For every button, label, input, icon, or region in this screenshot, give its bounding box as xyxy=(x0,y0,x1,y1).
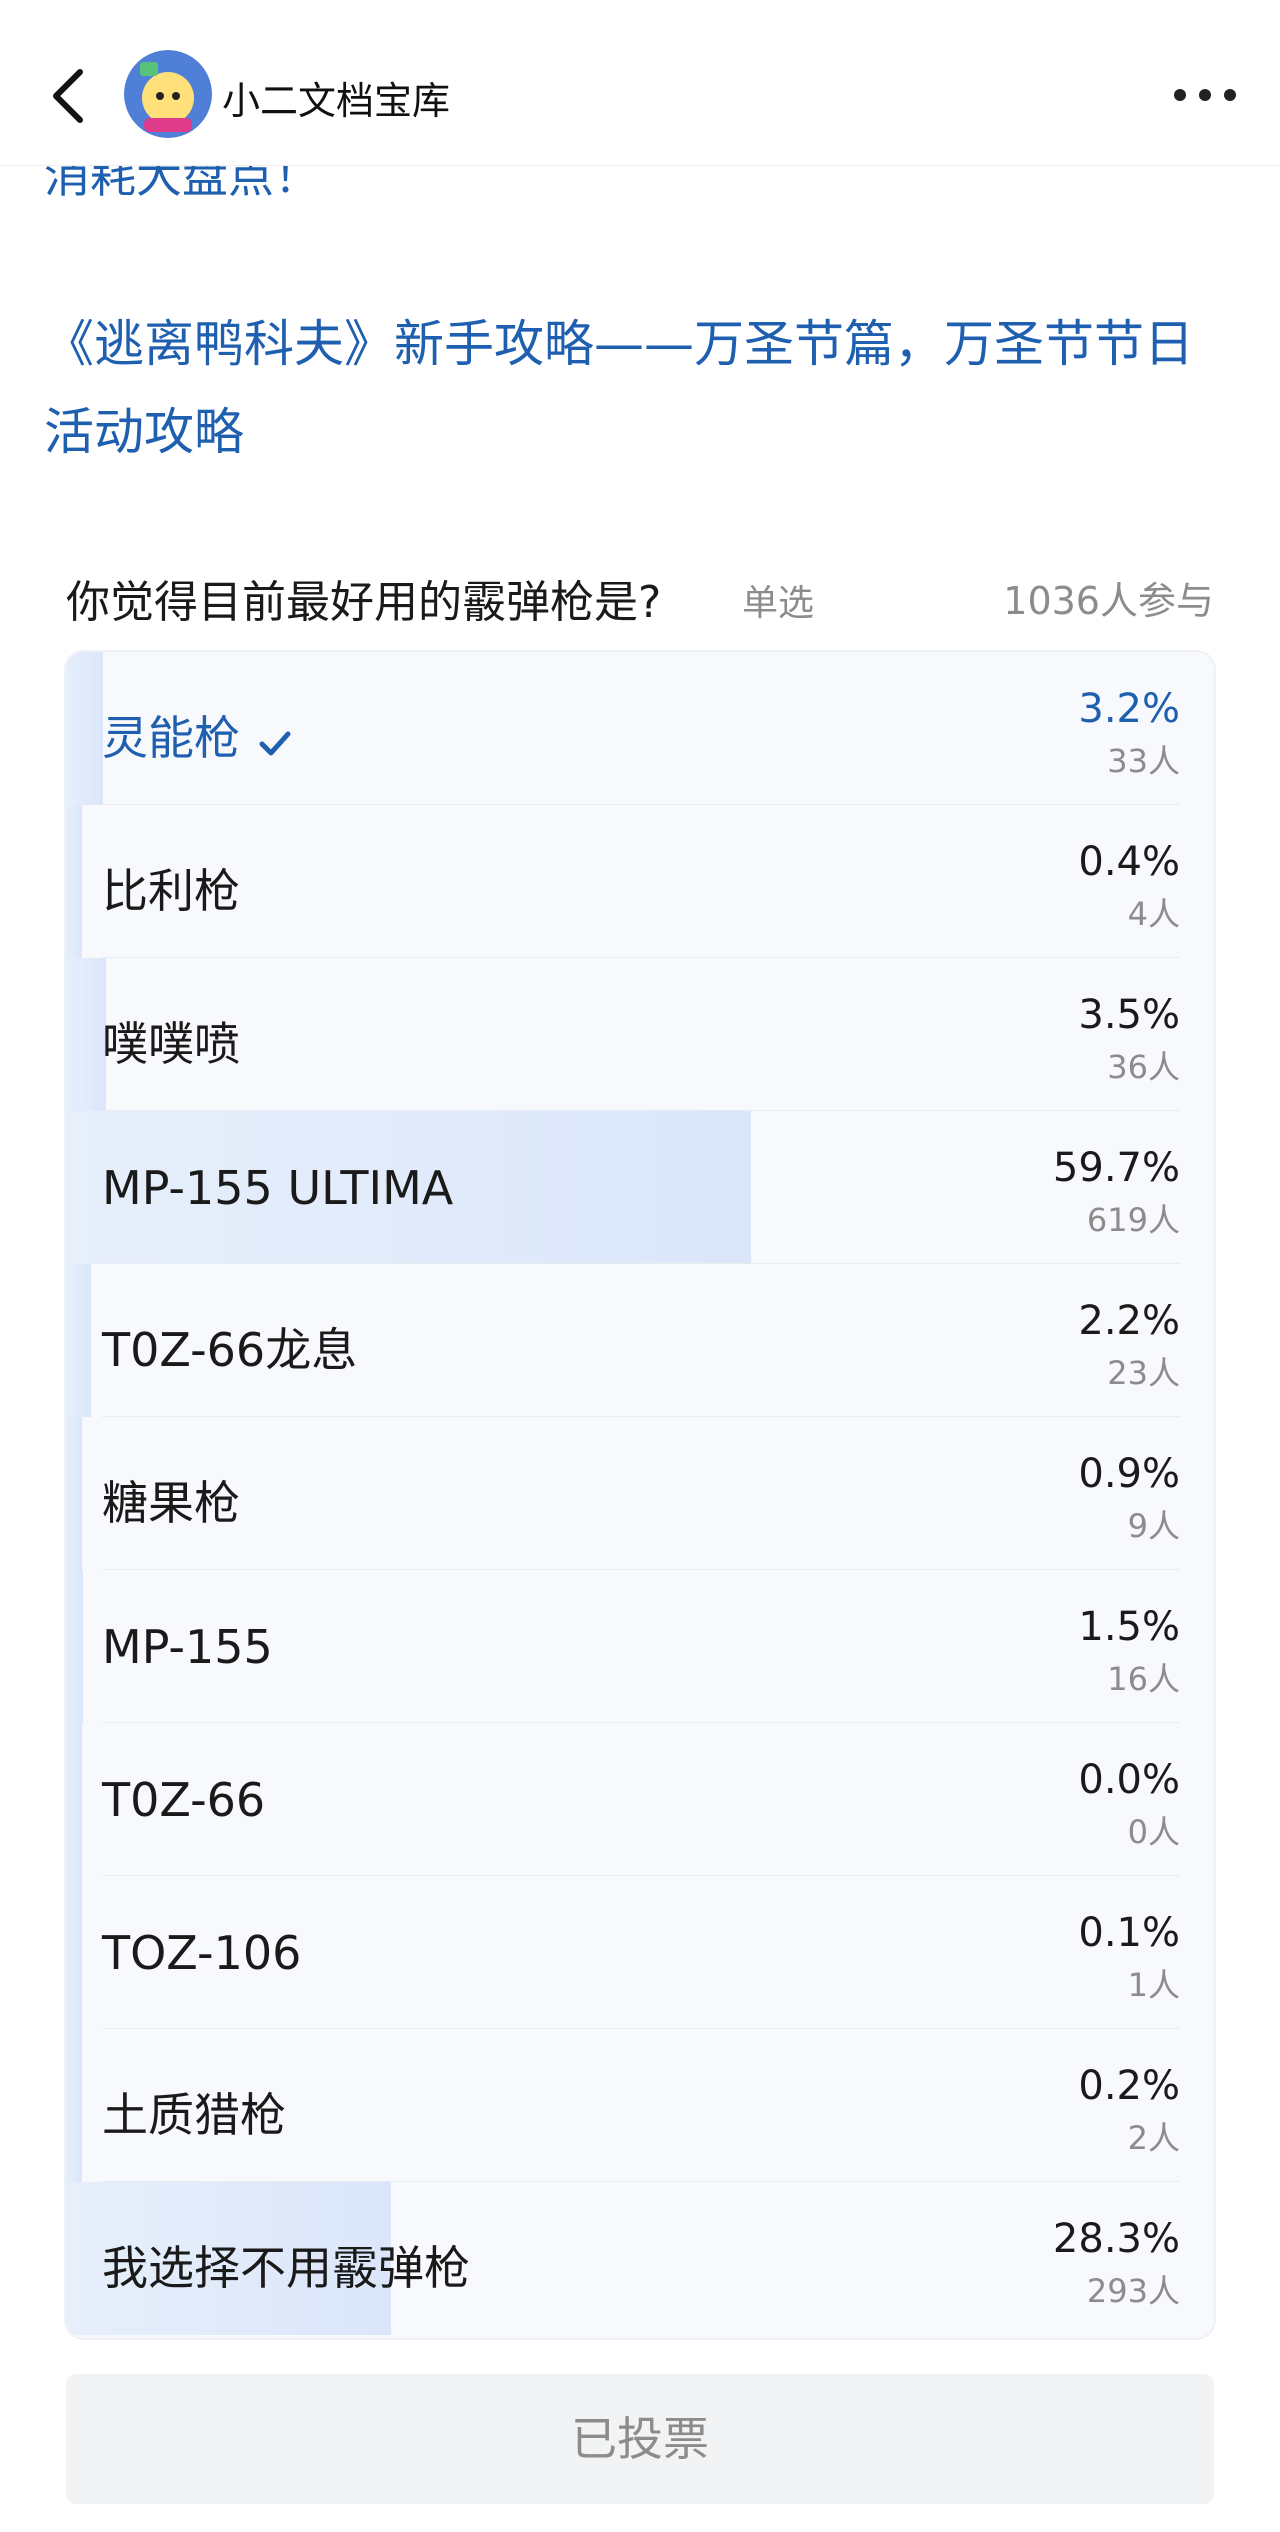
poll-option-label: 噗噗喷 xyxy=(102,1008,240,1074)
poll-option-bar xyxy=(66,958,106,1111)
more-button[interactable] xyxy=(1170,78,1240,112)
poll-option-count: 293人 xyxy=(1086,2272,1180,2310)
poll-option-percent: 2.2% xyxy=(1078,1298,1180,1344)
poll-option-percent: 0.0% xyxy=(1078,1757,1180,1803)
poll-option-percent: 0.4% xyxy=(1078,839,1180,885)
poll-option-percent: 3.5% xyxy=(1078,992,1180,1038)
poll-option-count: 36人 xyxy=(1107,1048,1180,1086)
poll-option-bar xyxy=(66,1876,82,2029)
poll-option-percent: 0.2% xyxy=(1078,2063,1180,2109)
poll-option-bar xyxy=(66,1417,82,1570)
poll-option-bar xyxy=(66,2029,82,2182)
poll-option-label: T0Z-66龙息 xyxy=(102,1314,357,1380)
poll-option-count: 23人 xyxy=(1107,1354,1180,1392)
avatar[interactable] xyxy=(124,50,212,138)
account-name[interactable]: 小二文档宝库 xyxy=(222,70,450,125)
poll-option-count: 9人 xyxy=(1127,1507,1180,1545)
poll-participants: 1036人参与 xyxy=(1003,579,1214,623)
poll-option[interactable]: TOZ-106 0.1% 1人 xyxy=(66,1876,1214,2029)
poll-option[interactable]: 土质猎枪 0.2% 2人 xyxy=(66,2029,1214,2182)
article-link[interactable]: 《逃离鸭科夫》新手攻略——万圣节篇，万圣节节日活动攻略 xyxy=(44,300,1240,476)
poll-option-bar xyxy=(66,805,82,958)
top-bar: 小二文档宝库 xyxy=(0,0,1280,166)
poll-type: 单选 xyxy=(742,583,815,624)
poll-option-text: 噗噗喷 xyxy=(102,1017,240,1071)
poll-option-bar xyxy=(66,652,103,805)
poll-option[interactable]: 比利枪 0.4% 4人 xyxy=(66,805,1214,958)
poll-option-count: 0人 xyxy=(1127,1813,1180,1851)
poll-option-text: TOZ-106 xyxy=(102,1926,302,1980)
voted-button[interactable]: 已投票 xyxy=(66,2374,1214,2504)
poll-option-text: T0Z-66 xyxy=(102,1773,266,1827)
poll-option-label: 比利枪 xyxy=(102,855,240,921)
back-button[interactable] xyxy=(46,66,90,126)
poll-option-count: 1人 xyxy=(1127,1966,1180,2004)
poll-option-label: MP-155 xyxy=(102,1620,273,1674)
poll-option-percent: 0.1% xyxy=(1078,1910,1180,1956)
poll-header: 你觉得目前最好用的霰弹枪是? 单选 1036人参与 xyxy=(66,556,1214,628)
poll-option[interactable]: T0Z-66 0.0% 0人 xyxy=(66,1723,1214,1876)
poll-option[interactable]: 我选择不用霰弹枪 28.3% 293人 xyxy=(66,2182,1214,2335)
poll-option-text: MP-155 xyxy=(102,1620,273,1674)
poll-option-count: 4人 xyxy=(1127,895,1180,933)
poll-option-count: 16人 xyxy=(1107,1660,1180,1698)
poll-option-text: T0Z-66龙息 xyxy=(102,1323,358,1377)
poll-option-label: T0Z-66 xyxy=(102,1773,265,1827)
poll-option-text: 糖果枪 xyxy=(102,1476,240,1530)
poll-option-label: MP-155 ULTIMA xyxy=(102,1161,453,1215)
poll-option-bar xyxy=(66,1570,83,1723)
poll-option-label: 土质猎枪 xyxy=(102,2079,286,2145)
poll-option-percent: 1.5% xyxy=(1078,1604,1180,1650)
poll-option[interactable]: MP-155 1.5% 16人 xyxy=(66,1570,1214,1723)
poll-option-count: 619人 xyxy=(1086,1201,1180,1239)
poll-option[interactable]: MP-155 ULTIMA 59.7% 619人 xyxy=(66,1111,1214,1264)
poll-option-text: MP-155 ULTIMA xyxy=(102,1161,454,1215)
poll-option-percent: 59.7% xyxy=(1052,1145,1180,1191)
poll-option-label: 糖果枪 xyxy=(102,1467,240,1533)
poll-option-bar xyxy=(66,1723,82,1876)
poll-option[interactable]: 糖果枪 0.9% 9人 xyxy=(66,1417,1214,1570)
poll-option-count: 33人 xyxy=(1107,742,1180,780)
poll-option-count: 2人 xyxy=(1127,2119,1180,2157)
poll-option-text: 比利枪 xyxy=(102,864,240,918)
poll-option-label: 灵能枪 xyxy=(102,702,292,769)
poll-option[interactable]: T0Z-66龙息 2.2% 23人 xyxy=(66,1264,1214,1417)
poll-option[interactable]: 噗噗喷 3.5% 36人 xyxy=(66,958,1214,1111)
poll-option[interactable]: 灵能枪 3.2% 33人 xyxy=(66,652,1214,805)
poll-option-text: 土质猎枪 xyxy=(102,2088,286,2142)
poll-question: 你觉得目前最好用的霰弹枪是? xyxy=(66,577,662,628)
poll-option-percent: 28.3% xyxy=(1052,2216,1180,2262)
poll-option-text: 我选择不用霰弹枪 xyxy=(102,2241,470,2295)
checkmark-icon xyxy=(258,715,292,769)
poll-option-label: TOZ-106 xyxy=(102,1926,301,1980)
more-dots-icon xyxy=(1174,89,1236,101)
poll-option-label: 我选择不用霰弹枪 xyxy=(102,2232,470,2298)
poll-option-bar xyxy=(66,1264,91,1417)
poll-option-percent: 3.2% xyxy=(1078,686,1180,732)
chevron-left-icon xyxy=(53,69,83,123)
poll-options: 灵能枪 3.2% 33人比利枪 0.4% 4人噗噗喷 3.5% 36人 MP-155 ULTI… xyxy=(66,652,1214,2338)
poll-option-text: 灵能枪 xyxy=(102,711,240,765)
poll-option-percent: 0.9% xyxy=(1078,1451,1180,1497)
